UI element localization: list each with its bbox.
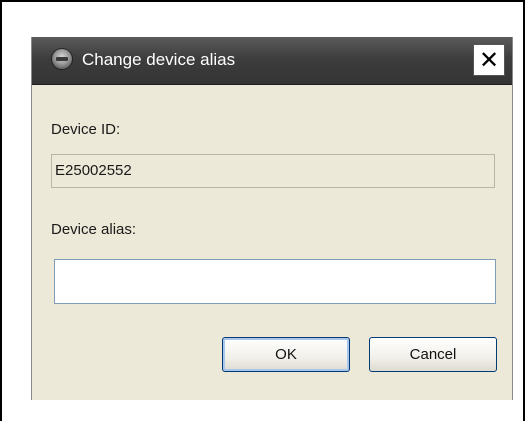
dialog-title: Change device alias (82, 50, 236, 69)
device-id-label: Device ID: (51, 121, 121, 138)
app-icon (52, 49, 72, 69)
close-button[interactable]: ✕ (473, 44, 505, 76)
dialog-titlebar[interactable]: Change device alias ✕ (32, 37, 512, 85)
change-device-alias-dialog: Change device alias ✕ Device ID: E250025… (31, 37, 513, 400)
ok-button[interactable]: OK (222, 337, 350, 372)
cancel-button[interactable]: Cancel (369, 337, 497, 372)
device-id-field: E25002552 (51, 154, 495, 188)
device-alias-input[interactable] (54, 259, 496, 304)
close-icon: ✕ (478, 46, 500, 74)
device-alias-label: Device alias: (51, 221, 137, 238)
